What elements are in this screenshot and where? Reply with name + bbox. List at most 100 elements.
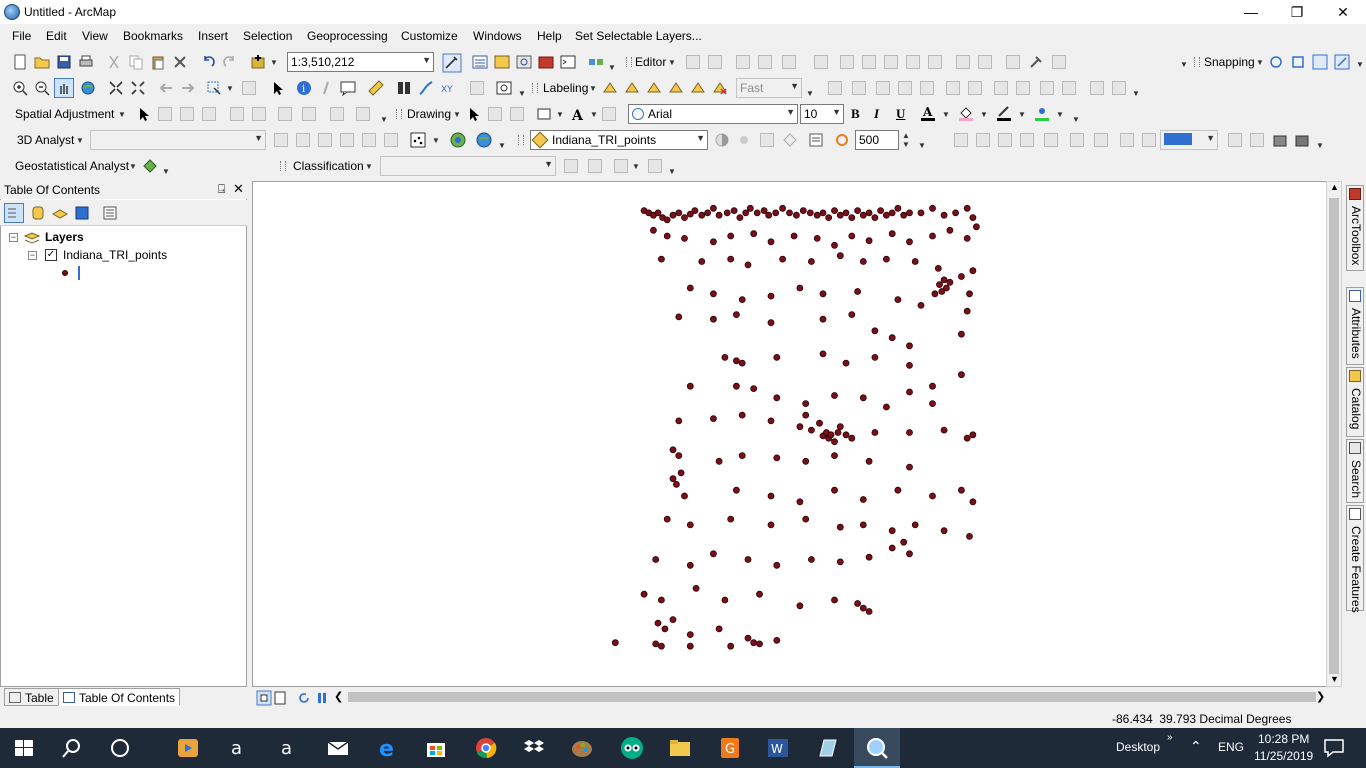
tri-point[interactable] [652,640,660,648]
vertical-scroll-thumb[interactable] [1329,198,1339,674]
tri-point[interactable] [969,498,977,506]
layout-view-icon[interactable] [272,690,288,706]
tri-point[interactable] [675,452,683,460]
snapping-menu[interactable]: Snapping [1204,55,1255,69]
tri-point[interactable] [727,515,735,523]
labeling-options-icon[interactable]: ▼ [806,89,814,98]
tri-point[interactable] [934,265,942,272]
tri-point[interactable] [753,209,761,217]
delete-icon[interactable] [172,54,188,70]
tri-point[interactable] [865,237,873,245]
editor-menu[interactable]: Editor [635,55,666,69]
new-identity-link-icon[interactable] [230,107,244,121]
tri-point[interactable] [906,388,913,396]
map-display[interactable] [252,181,1327,687]
tri-point[interactable] [779,204,786,212]
tri-point[interactable] [813,235,821,242]
end-point-arc-icon[interactable] [758,55,772,69]
generalize-icon[interactable] [920,81,934,95]
point-snapping-icon[interactable] [1268,54,1284,70]
drawing-menu[interactable]: Drawing [407,107,451,121]
time-slider-icon[interactable] [470,81,484,95]
tri-point[interactable] [900,538,908,546]
tri-point[interactable] [772,209,780,217]
tri-point[interactable] [767,417,775,425]
tri-point[interactable] [709,238,717,246]
layer-properties-icon[interactable] [808,132,824,148]
chevron-down-icon[interactable]: ▼ [422,55,431,65]
tri-point[interactable] [865,553,873,561]
tri-point[interactable] [799,207,807,215]
raster-tool-6-icon[interactable] [1070,133,1084,147]
tri-point[interactable] [848,214,856,221]
tri-point[interactable] [677,469,685,477]
tri-point[interactable] [819,209,827,217]
drawing-options-icon[interactable]: ▼ [1072,115,1080,124]
reshape-icon[interactable] [862,55,876,69]
tri-point[interactable] [859,604,867,612]
notifications-icon[interactable] [1322,736,1346,760]
tri-point[interactable] [952,209,959,217]
tri-point[interactable] [806,209,814,217]
edge-match-icon[interactable] [330,107,344,121]
print-icon[interactable] [78,54,94,70]
tri-point[interactable] [802,457,810,465]
tri-point[interactable] [675,209,683,217]
attribute-transfer-icon[interactable] [356,107,370,121]
advanced-options-icon[interactable]: ▼ [1132,89,1140,98]
tri-point[interactable] [808,426,815,434]
tri-point[interactable] [767,292,775,300]
tri-point[interactable] [611,639,619,647]
tri-point[interactable] [767,319,775,327]
clear-limited-adjustment-area-icon[interactable] [278,107,292,121]
tri-point[interactable] [963,434,971,442]
straight-segment-icon[interactable] [736,55,750,69]
tri-point[interactable] [940,527,948,535]
tri-point[interactable] [657,642,665,650]
toolbar-grip[interactable] [1194,57,1200,67]
geostatistical-dropdown-icon[interactable]: ▼ [129,162,137,171]
hyperlink-icon[interactable] [318,80,334,96]
open-folder-icon[interactable] [34,54,50,70]
store-icon[interactable] [424,736,448,760]
underline-button[interactable]: U [896,106,905,122]
copy-icon[interactable] [128,54,144,70]
interactive-supervised-classification-icon[interactable] [648,159,662,173]
rotate-element-icon[interactable] [488,107,502,121]
font-color-dropdown-icon[interactable]: ▼ [942,110,950,119]
refresh-view-icon[interactable] [296,690,312,706]
label-manager-icon[interactable] [602,80,618,96]
multiple-displacement-links-icon[interactable] [202,107,216,121]
tri-point[interactable] [900,211,908,219]
tri-point[interactable] [750,230,758,238]
continue-feature-icon[interactable] [898,81,912,95]
tri-point[interactable] [732,357,740,365]
tri-point[interactable] [738,452,746,460]
tri-point[interactable] [894,296,902,303]
tri-point[interactable] [721,353,729,361]
tri-point[interactable] [709,550,717,558]
steepest-path-icon[interactable] [296,133,310,147]
raster-tool-3-icon[interactable] [998,133,1012,147]
profile-graph-icon[interactable] [384,133,398,147]
pan-icon[interactable] [54,78,74,98]
tri-point[interactable] [669,446,677,454]
classification-options-icon[interactable]: ▼ [668,167,676,176]
tri-point[interactable] [969,431,977,439]
brightness-icon[interactable] [736,132,752,148]
edit-annotation-icon[interactable] [708,55,722,69]
tri-point[interactable] [786,209,793,217]
line-color-icon[interactable] [996,105,1012,121]
tri-point[interactable] [929,400,936,408]
line-color-dropdown-icon[interactable]: ▼ [1018,110,1026,119]
fixed-zoom-out-icon[interactable] [130,80,146,96]
scroll-down-icon[interactable]: ▼ [1330,674,1339,684]
tri-point[interactable] [744,634,752,642]
chevron-down-icon[interactable]: ▼ [790,81,799,91]
table-tab[interactable]: Table [4,688,59,706]
tri-point[interactable] [691,207,699,215]
tri-point[interactable] [836,523,844,531]
tri-point[interactable] [836,252,844,260]
tri-point[interactable] [842,359,850,367]
tri-point[interactable] [883,255,890,263]
